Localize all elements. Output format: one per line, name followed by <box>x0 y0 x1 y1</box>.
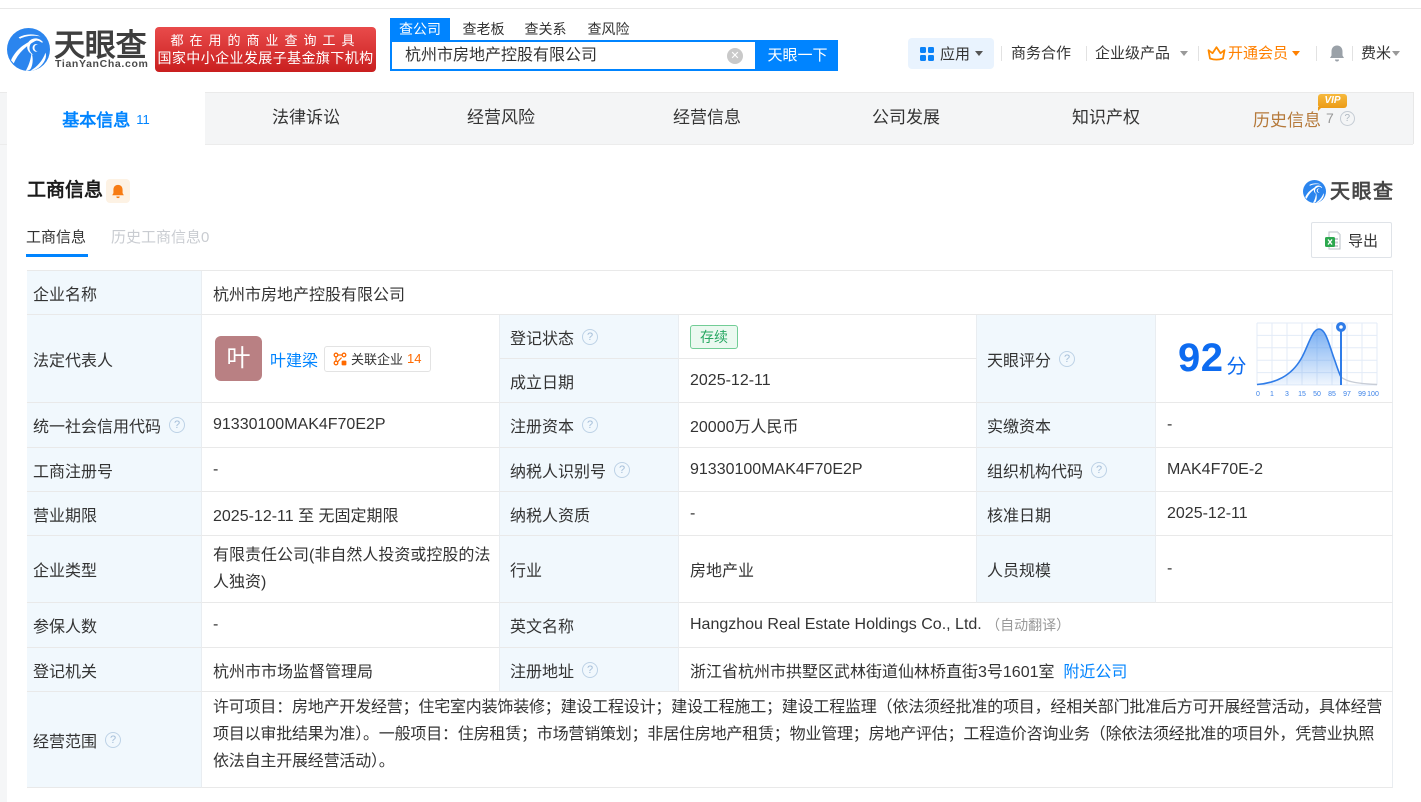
svg-text:97: 97 <box>1343 391 1351 398</box>
svg-text:50: 50 <box>1313 391 1321 398</box>
svg-text:0: 0 <box>1256 391 1260 398</box>
svg-text:15: 15 <box>1298 391 1306 398</box>
svg-text:99: 99 <box>1358 391 1366 398</box>
svg-text:1: 1 <box>1270 391 1274 398</box>
svg-text:100: 100 <box>1367 391 1379 398</box>
svg-text:85: 85 <box>1328 391 1336 398</box>
svg-text:3: 3 <box>1285 391 1289 398</box>
